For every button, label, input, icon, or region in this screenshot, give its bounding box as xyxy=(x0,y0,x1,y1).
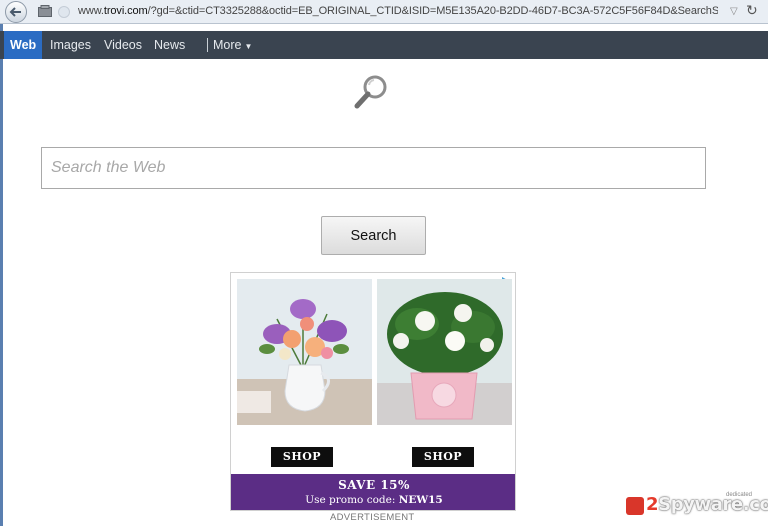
browser-window: www.trovi.com/?gd=&ctid=CT3325288&octid=… xyxy=(0,0,768,526)
gardenia-plant-image[interactable] xyxy=(377,279,512,425)
tab-images[interactable]: Images xyxy=(50,31,91,59)
reload-icon[interactable]: ↻ xyxy=(746,2,758,19)
url-field[interactable]: www.trovi.com/?gd=&ctid=CT3325288&octid=… xyxy=(78,5,718,17)
back-button[interactable] xyxy=(5,1,27,23)
promo-text: Use promo code: NEW15 xyxy=(231,494,515,506)
search-input[interactable] xyxy=(41,147,706,189)
url-domain: trovi.com xyxy=(103,5,148,17)
shop-button-left[interactable]: SHOP xyxy=(271,447,333,467)
promo-code: NEW15 xyxy=(398,494,443,506)
watermark-number: 2 xyxy=(646,494,659,515)
url-prefix: www. xyxy=(78,5,104,17)
address-bar: www.trovi.com/?gd=&ctid=CT3325288&octid=… xyxy=(0,0,768,24)
caret-down-icon: ▼ xyxy=(244,42,253,51)
back-arrow-icon xyxy=(9,7,21,17)
tab-news[interactable]: News xyxy=(154,31,185,59)
tab-web[interactable]: Web xyxy=(4,31,43,59)
site-icon xyxy=(38,5,52,17)
url-rest: /?gd=&ctid=CT3325288&octid=EB_ORIGINAL_C… xyxy=(147,5,718,17)
search-logo-icon xyxy=(354,75,387,109)
nav-divider xyxy=(207,38,208,52)
watermark-logo-icon xyxy=(626,497,644,515)
tab-more-label: More xyxy=(213,38,242,52)
advertisement[interactable]: SHOP SHOP SAVE 15% Use promo code: NEW15 xyxy=(230,272,516,511)
flower-bouquet-image[interactable] xyxy=(237,279,372,425)
promo-title: SAVE 15% xyxy=(338,478,410,492)
identity-icon[interactable] xyxy=(58,6,70,18)
shop-button-right[interactable]: SHOP xyxy=(412,447,474,467)
search-button[interactable]: Search xyxy=(321,216,426,255)
dropdown-icon[interactable]: ▽ xyxy=(730,6,738,17)
watermark-tag: dedicated xyxy=(726,492,753,498)
promo-banner[interactable]: SAVE 15% Use promo code: NEW15 xyxy=(231,474,515,510)
tab-videos[interactable]: Videos xyxy=(104,31,142,59)
window-edge xyxy=(0,24,3,526)
promo-text-label: Use promo code: xyxy=(305,494,399,506)
nav-bar: Web Images Videos News More ▼ xyxy=(0,31,768,59)
advertisement-label: ADVERTISEMENT xyxy=(330,512,415,523)
watermark: 2Spyware.com dedicated xyxy=(626,492,768,520)
tab-more[interactable]: More ▼ xyxy=(213,31,252,59)
